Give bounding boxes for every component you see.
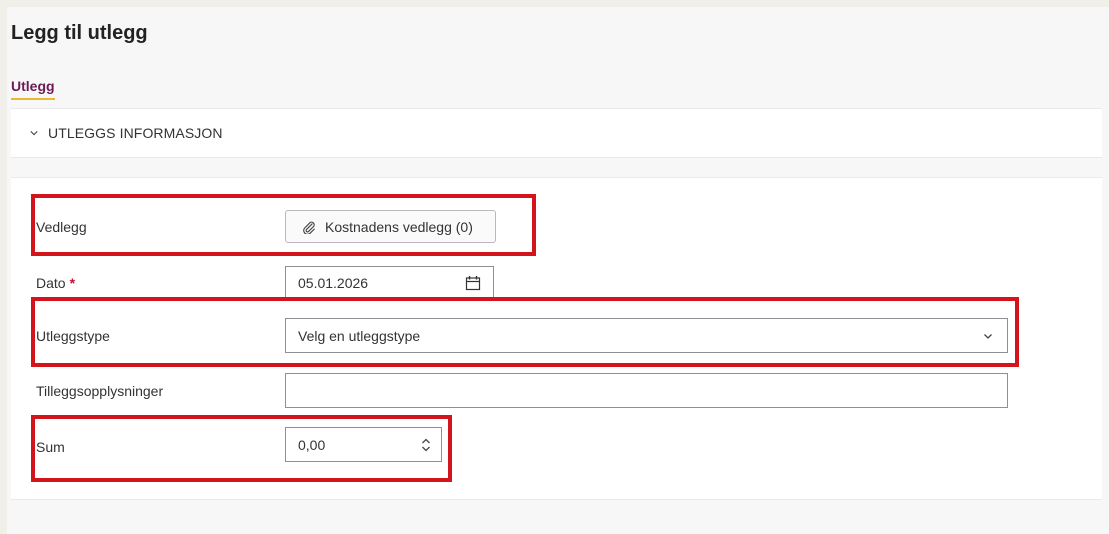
date-label: Dato * bbox=[36, 275, 75, 291]
sum-input[interactable]: 0,00 bbox=[285, 427, 442, 462]
additional-info-input[interactable] bbox=[285, 373, 1008, 408]
sum-value: 0,00 bbox=[298, 436, 326, 453]
calendar-icon[interactable] bbox=[465, 275, 481, 291]
date-label-text: Dato bbox=[36, 275, 66, 291]
attachment-button[interactable]: Kostnadens vedlegg (0) bbox=[285, 210, 496, 243]
sum-label: Sum bbox=[36, 439, 65, 455]
additional-info-label: Tilleggsopplysninger bbox=[36, 383, 164, 399]
date-input[interactable]: 05.01.2026 bbox=[285, 266, 494, 299]
expense-type-value: Velg en utleggstype bbox=[298, 327, 421, 344]
spinner-arrows-icon[interactable] bbox=[421, 437, 431, 453]
attachment-button-label: Kostnadens vedlegg (0) bbox=[325, 218, 473, 235]
section-title: UTLEGGS INFORMASJON bbox=[48, 125, 223, 141]
attachment-label: Vedlegg bbox=[36, 219, 87, 235]
page-title: Legg til utlegg bbox=[11, 22, 148, 44]
tab-utlegg[interactable]: Utlegg bbox=[11, 78, 55, 100]
chevron-down-icon bbox=[30, 131, 38, 136]
section-header-utleggs-informasjon[interactable]: UTLEGGS INFORMASJON bbox=[11, 108, 1102, 158]
expense-type-select[interactable]: Velg en utleggstype bbox=[285, 318, 1008, 353]
chevron-down-icon bbox=[984, 333, 992, 339]
expense-type-label: Utleggstype bbox=[36, 328, 110, 344]
paperclip-icon bbox=[303, 221, 315, 234]
date-value: 05.01.2026 bbox=[298, 274, 369, 291]
required-marker: * bbox=[69, 275, 76, 291]
